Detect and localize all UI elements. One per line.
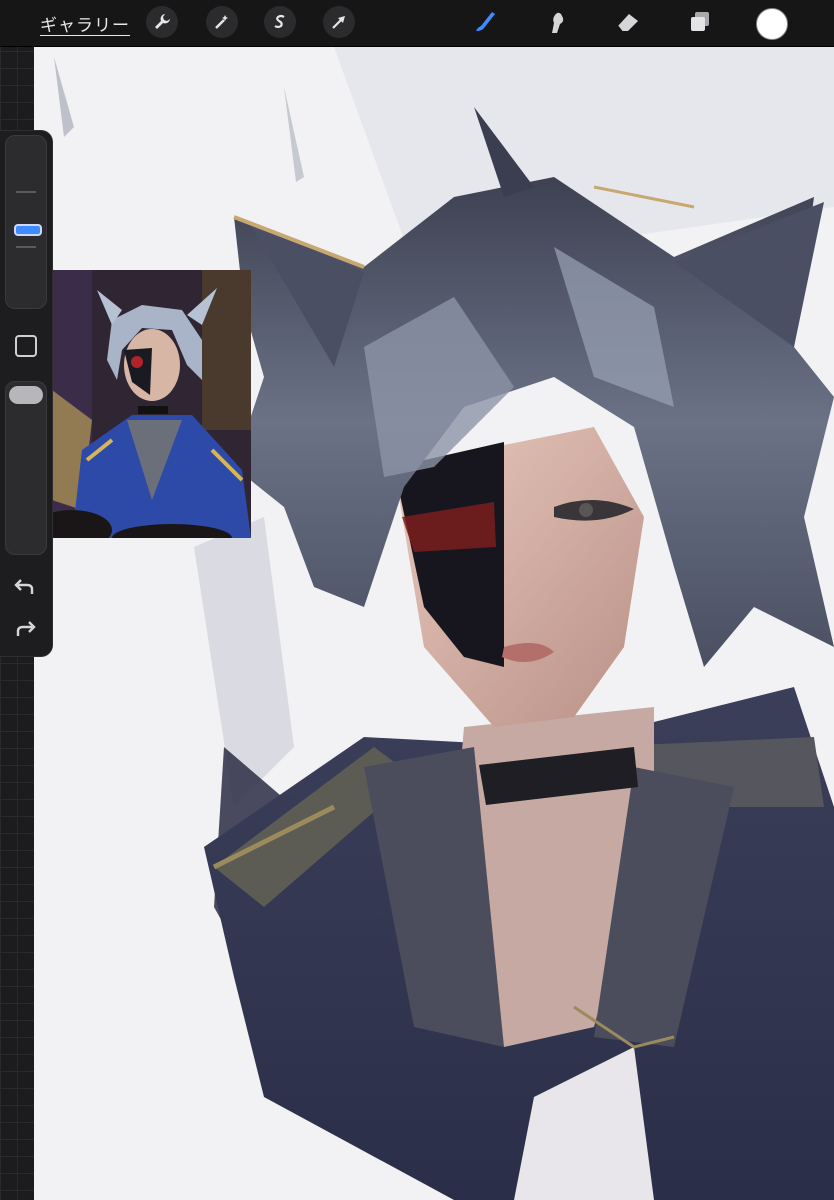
color-swatch[interactable] (756, 8, 788, 40)
undo-icon[interactable] (12, 577, 38, 599)
layers-icon[interactable] (684, 6, 716, 38)
top-toolbar: ギャラリー (0, 0, 834, 47)
brush-icon[interactable] (469, 6, 501, 38)
wrench-icon[interactable] (146, 6, 178, 38)
transform-arrow-icon[interactable] (323, 6, 355, 38)
brush-size-knob[interactable] (14, 224, 42, 236)
reference-photo-art (52, 270, 251, 538)
opacity-slider[interactable] (5, 381, 47, 555)
painting (54, 47, 834, 1200)
opacity-knob[interactable] (9, 386, 43, 404)
redo-icon[interactable] (12, 619, 38, 641)
left-sidebar (0, 130, 53, 657)
brush-size-slider[interactable] (5, 135, 47, 309)
reference-photo[interactable] (52, 270, 251, 538)
modify-button[interactable] (15, 335, 37, 357)
smudge-icon[interactable] (541, 6, 573, 38)
slider-tick (16, 246, 36, 248)
eraser-icon[interactable] (612, 6, 644, 38)
slider-tick (16, 191, 36, 193)
gallery-button[interactable]: ギャラリー (40, 11, 130, 36)
magic-wand-icon[interactable] (206, 6, 238, 38)
drawing-canvas[interactable] (34, 47, 834, 1200)
selection-s-icon[interactable] (264, 6, 296, 38)
